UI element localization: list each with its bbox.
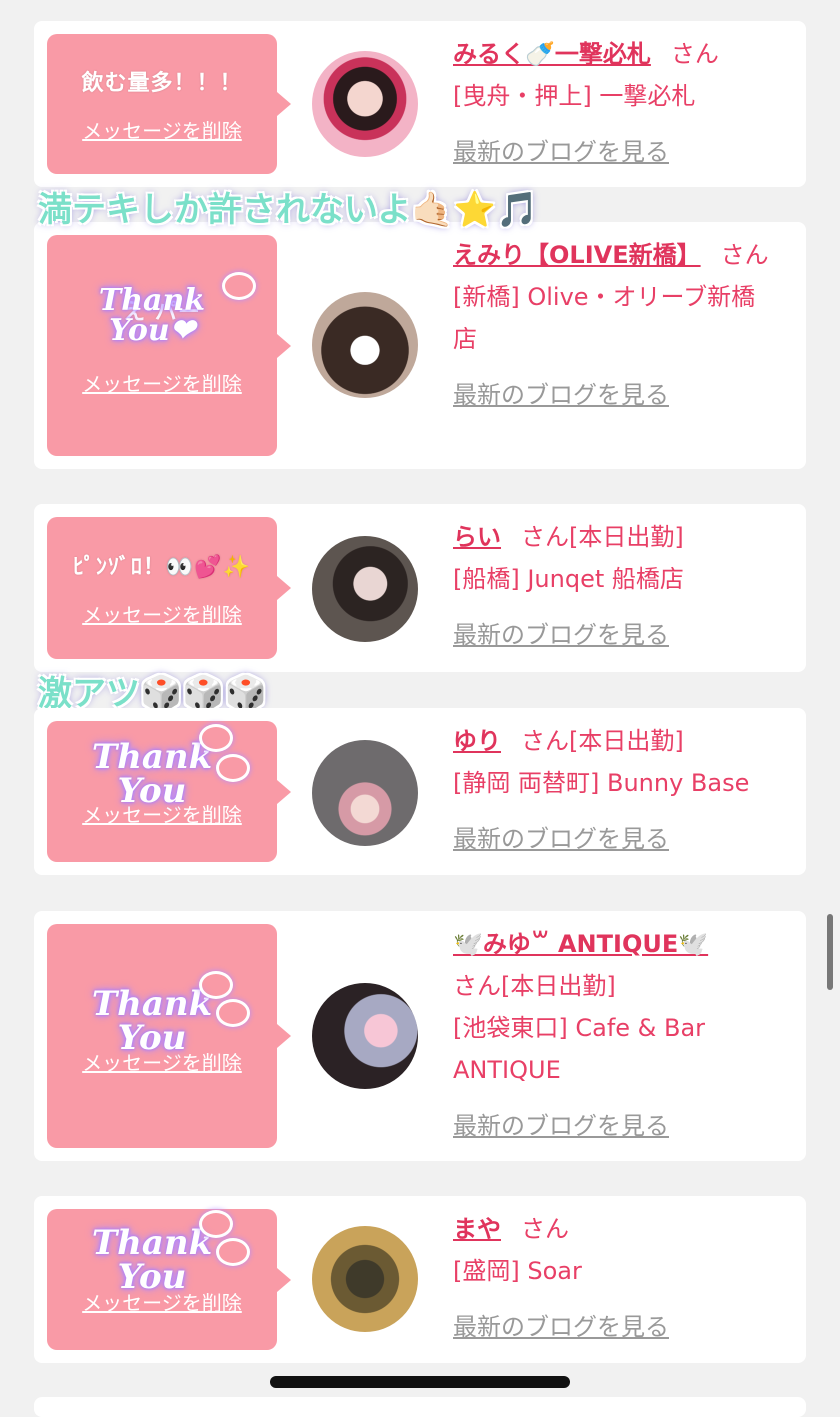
latest-blog-link[interactable]: 最新のブログを見る (453, 1112, 669, 1140)
message-card: え パー メッセージを削除 Thank You❤ えみり【OLIVE新橋】 さん … (34, 222, 806, 469)
message-card: メッセージを削除 Thank You ゆり さん[本日出勤] [静岡 両替町] B… (34, 708, 806, 875)
delete-message-link[interactable]: メッセージを削除 (82, 599, 242, 628)
san-label: さん (670, 40, 719, 68)
message-bubble: ﾋﾟﾝｿﾞﾛ！👀💕✨ メッセージを削除 (47, 517, 291, 659)
san-label: さん (720, 241, 769, 269)
avatar[interactable] (312, 1226, 418, 1332)
message-card: メッセージを削除 Thank You 🕊️みゆ꒳ ANTIQUE🕊️ さん[本日… (34, 911, 806, 1161)
san-label: さん (453, 972, 501, 1000)
cast-info: みるく🍼一撃必札 さん [曳舟・押上] 一撃必札 最新のブログを見る (453, 33, 798, 173)
shop-label: [池袋東口] Cafe & Bar (453, 1014, 706, 1042)
heart-icon (199, 724, 233, 752)
message-card: ﾋﾟﾝｿﾞﾛ！👀💕✨ メッセージを削除 らい さん[本日出勤] [船橋] Junq… (34, 504, 806, 672)
cast-info: らい さん[本日出勤] [船橋] Junqet 船橋店 最新のブログを見る (453, 516, 798, 656)
latest-blog-link[interactable]: 最新のブログを見る (453, 381, 669, 409)
message-bubble: メッセージを削除 (47, 721, 291, 862)
attendance-badge: [本日出勤] (501, 972, 616, 1000)
san-label: さん (521, 523, 569, 551)
san-label: さん (521, 1215, 569, 1243)
heart-icon (216, 1238, 250, 1266)
delete-message-link[interactable]: メッセージを削除 (82, 1047, 242, 1076)
shop-label: [静岡 両替町] Bunny Base (453, 769, 750, 797)
attendance-badge: [本日出勤] (569, 523, 684, 551)
message-bubble: 飲む量多！！！ メッセージを削除 (47, 34, 291, 174)
scrollbar[interactable] (827, 914, 833, 990)
message-bubble: え パー メッセージを削除 (47, 235, 291, 456)
message-card (34, 1397, 806, 1417)
latest-blog-link[interactable]: 最新のブログを見る (453, 1313, 669, 1341)
delete-message-link[interactable]: メッセージを削除 (82, 115, 242, 144)
avatar[interactable] (312, 740, 418, 846)
attendance-badge: [本日出勤] (569, 727, 684, 755)
shop-label: [盛岡] Soar (453, 1257, 582, 1285)
message-text: え パー (123, 300, 201, 325)
cast-name-link[interactable]: みるく🍼一撃必札 (453, 40, 651, 68)
delete-message-link[interactable]: メッセージを削除 (82, 368, 242, 397)
avatar[interactable] (312, 983, 418, 1089)
delete-message-link[interactable]: メッセージを削除 (82, 1287, 242, 1316)
latest-blog-link[interactable]: 最新のブログを見る (453, 621, 669, 649)
san-label: さん (521, 727, 569, 755)
delete-message-link[interactable]: メッセージを削除 (82, 799, 242, 828)
cast-name-link[interactable]: 🕊️みゆ꒳ ANTIQUE🕊️ (453, 930, 708, 958)
heart-icon (222, 272, 256, 300)
cast-info: 🕊️みゆ꒳ ANTIQUE🕊️ さん[本日出勤] [池袋東口] Cafe & B… (453, 923, 798, 1147)
cast-name-link[interactable]: まや (453, 1215, 501, 1243)
heart-icon (216, 754, 250, 782)
cast-name-link[interactable]: ゆり (453, 727, 501, 755)
message-bubble: メッセージを削除 (47, 924, 291, 1148)
avatar[interactable] (312, 292, 418, 398)
overlay-sticker-text: 満テキしか許されないよ🤙🏻⭐️🎵 (38, 190, 539, 230)
home-indicator[interactable] (270, 1376, 570, 1388)
message-card: メッセージを削除 Thank You まや さん [盛岡] Soar 最新のブログ… (34, 1196, 806, 1363)
cast-name-link[interactable]: えみり【OLIVE新橋】 (453, 241, 701, 269)
shop-label: [曳舟・押上] 一撃必札 (453, 82, 696, 110)
latest-blog-link[interactable]: 最新のブログを見る (453, 825, 669, 853)
cast-info: まや さん [盛岡] Soar 最新のブログを見る (453, 1208, 798, 1348)
heart-icon (216, 999, 250, 1027)
latest-blog-link[interactable]: 最新のブログを見る (453, 138, 669, 166)
shop-label-cont: 店 (453, 325, 477, 353)
shop-label: [新橋] Olive・オリーブ新橋 (453, 283, 756, 311)
message-card: 飲む量多！！！ メッセージを削除 みるく🍼一撃必札 さん [曳舟・押上] 一撃必札… (34, 21, 806, 187)
avatar[interactable] (312, 536, 418, 642)
heart-icon (199, 1210, 233, 1238)
avatar[interactable] (312, 51, 418, 157)
message-text: 飲む量多！！！ (81, 70, 243, 96)
cast-info: ゆり さん[本日出勤] [静岡 両替町] Bunny Base 最新のブログを見る (453, 720, 798, 860)
cast-info: えみり【OLIVE新橋】 さん [新橋] Olive・オリーブ新橋 店 最新のブロ… (453, 234, 798, 416)
message-text: ﾋﾟﾝｿﾞﾛ！👀💕✨ (72, 554, 252, 580)
cast-name-link[interactable]: らい (453, 523, 501, 551)
message-bubble: メッセージを削除 (47, 1209, 291, 1350)
shop-label: [船橋] Junqet 船橋店 (453, 565, 684, 593)
heart-icon (199, 971, 233, 999)
shop-label-cont: ANTIQUE (453, 1056, 561, 1084)
